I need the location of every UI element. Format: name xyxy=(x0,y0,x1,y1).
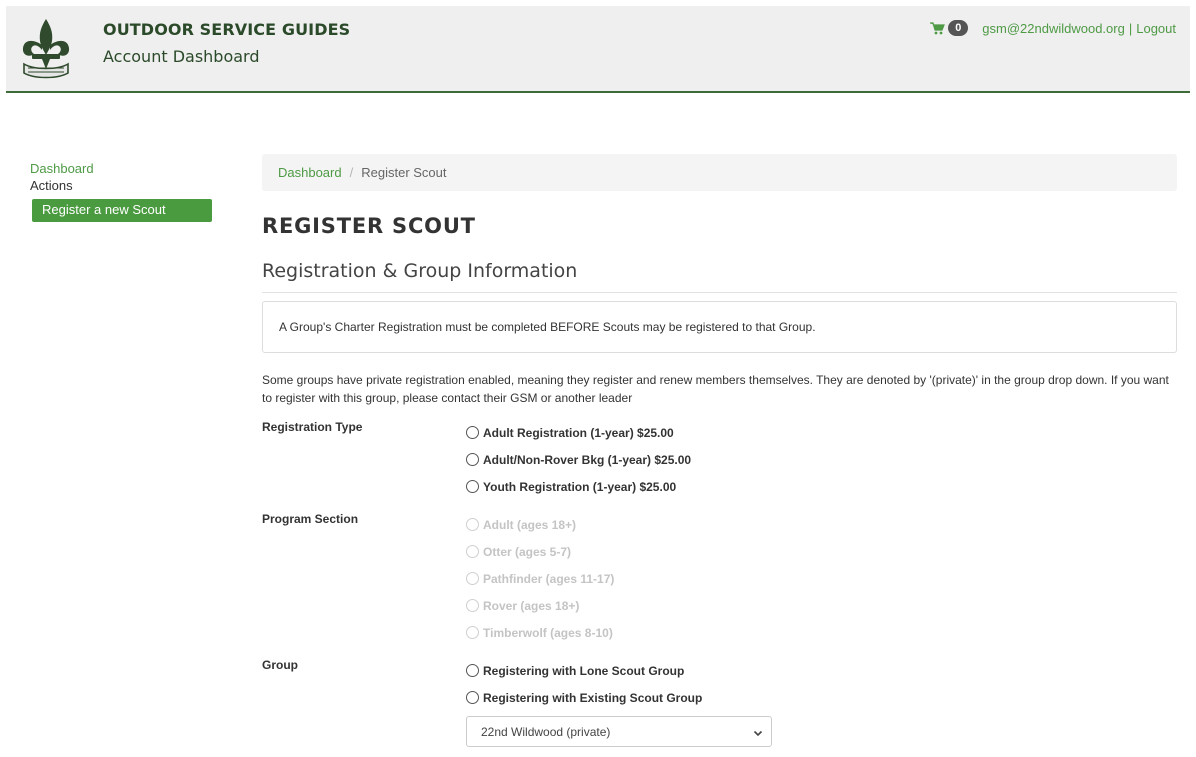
main-content: Dashboard / Register Scout REGISTER SCOU… xyxy=(262,154,1177,747)
charter-notice: A Group's Charter Registration must be c… xyxy=(262,301,1177,353)
breadcrumb: Dashboard / Register Scout xyxy=(262,154,1177,191)
sidebar: Dashboard Actions Register a new Scout xyxy=(30,160,212,222)
program-section-option: Otter (ages 5-7) xyxy=(466,538,1177,565)
breadcrumb-dashboard-link[interactable]: Dashboard xyxy=(278,165,342,180)
registration-type-option[interactable]: Youth Registration (1-year) $25.00 xyxy=(466,473,1177,500)
option-label: Timberwolf (ages 8-10) xyxy=(483,625,613,640)
radio-button[interactable] xyxy=(466,426,479,439)
radio-button[interactable] xyxy=(466,691,479,704)
option-label: Adult (ages 18+) xyxy=(483,517,577,532)
group-options: Registering with Lone Scout Group Regist… xyxy=(466,657,1177,747)
registration-type-option[interactable]: Adult/Non-Rover Bkg (1-year) $25.00 xyxy=(466,446,1177,473)
header-user-area: 0 gsm@22ndwildwood.org | Logout xyxy=(930,20,1176,36)
program-section-row: Program Section Adult (ages 18+) Otter (… xyxy=(262,511,1177,646)
cart-count-badge: 0 xyxy=(948,20,969,36)
program-section-option: Pathfinder (ages 11-17) xyxy=(466,565,1177,592)
program-section-option: Rover (ages 18+) xyxy=(466,592,1177,619)
radio-button xyxy=(466,572,479,585)
breadcrumb-current: Register Scout xyxy=(361,165,447,180)
sidebar-item-register-scout[interactable]: Register a new Scout xyxy=(32,199,212,222)
program-section-options: Adult (ages 18+) Otter (ages 5-7) Pathfi… xyxy=(466,511,1177,646)
group-select-value: 22nd Wildwood (private) xyxy=(481,724,611,739)
cart-button[interactable]: 0 xyxy=(930,20,969,36)
radio-button xyxy=(466,545,479,558)
group-select[interactable]: 22nd Wildwood (private) xyxy=(466,716,772,747)
option-label: Registering with Existing Scout Group xyxy=(483,690,703,705)
group-option-lone[interactable]: Registering with Lone Scout Group xyxy=(466,657,1177,684)
registration-type-row: Registration Type Adult Registration (1-… xyxy=(262,419,1177,500)
group-row: Group Registering with Lone Scout Group … xyxy=(262,657,1177,747)
radio-button xyxy=(466,599,479,612)
registration-type-label: Registration Type xyxy=(262,420,363,434)
page-title: REGISTER SCOUT xyxy=(262,214,476,238)
charter-notice-text: A Group's Charter Registration must be c… xyxy=(279,320,816,334)
registration-type-options: Adult Registration (1-year) $25.00 Adult… xyxy=(466,419,1177,500)
registration-type-option[interactable]: Adult Registration (1-year) $25.00 xyxy=(466,419,1177,446)
fleur-de-lis-logo xyxy=(20,17,72,83)
logout-link[interactable]: Logout xyxy=(1136,21,1176,36)
sidebar-actions-heading: Actions xyxy=(30,178,73,193)
option-label: Registering with Lone Scout Group xyxy=(483,663,685,678)
option-label: Otter (ages 5-7) xyxy=(483,544,572,559)
program-section-option: Timberwolf (ages 8-10) xyxy=(466,619,1177,646)
group-option-existing[interactable]: Registering with Existing Scout Group xyxy=(466,684,1177,711)
option-label: Pathfinder (ages 11-17) xyxy=(483,571,615,586)
user-email-link[interactable]: gsm@22ndwildwood.org xyxy=(982,21,1125,36)
group-label: Group xyxy=(262,658,298,672)
sidebar-item-dashboard[interactable]: Dashboard xyxy=(30,160,212,177)
private-registration-info: Some groups have private registration en… xyxy=(262,373,1169,405)
radio-button[interactable] xyxy=(466,453,479,466)
radio-button[interactable] xyxy=(466,664,479,677)
option-label: Adult Registration (1-year) $25.00 xyxy=(483,425,674,440)
header-separator: | xyxy=(1128,20,1133,36)
option-label: Rover (ages 18+) xyxy=(483,598,580,613)
option-label: Adult/Non-Rover Bkg (1-year) $25.00 xyxy=(483,452,692,467)
chevron-down-icon xyxy=(753,727,763,737)
option-label: Youth Registration (1-year) $25.00 xyxy=(483,479,677,494)
top-header: OUTDOOR SERVICE GUIDES Account Dashboard… xyxy=(6,6,1190,93)
radio-button xyxy=(466,626,479,639)
cart-icon xyxy=(930,21,946,35)
program-section-option: Adult (ages 18+) xyxy=(466,511,1177,538)
section-title: Registration & Group Information xyxy=(262,258,1177,293)
radio-button[interactable] xyxy=(466,480,479,493)
radio-button xyxy=(466,518,479,531)
breadcrumb-separator: / xyxy=(349,165,354,180)
brand-subtitle: Account Dashboard xyxy=(103,47,260,66)
brand-title: OUTDOOR SERVICE GUIDES xyxy=(103,20,351,39)
program-section-label: Program Section xyxy=(262,512,359,526)
